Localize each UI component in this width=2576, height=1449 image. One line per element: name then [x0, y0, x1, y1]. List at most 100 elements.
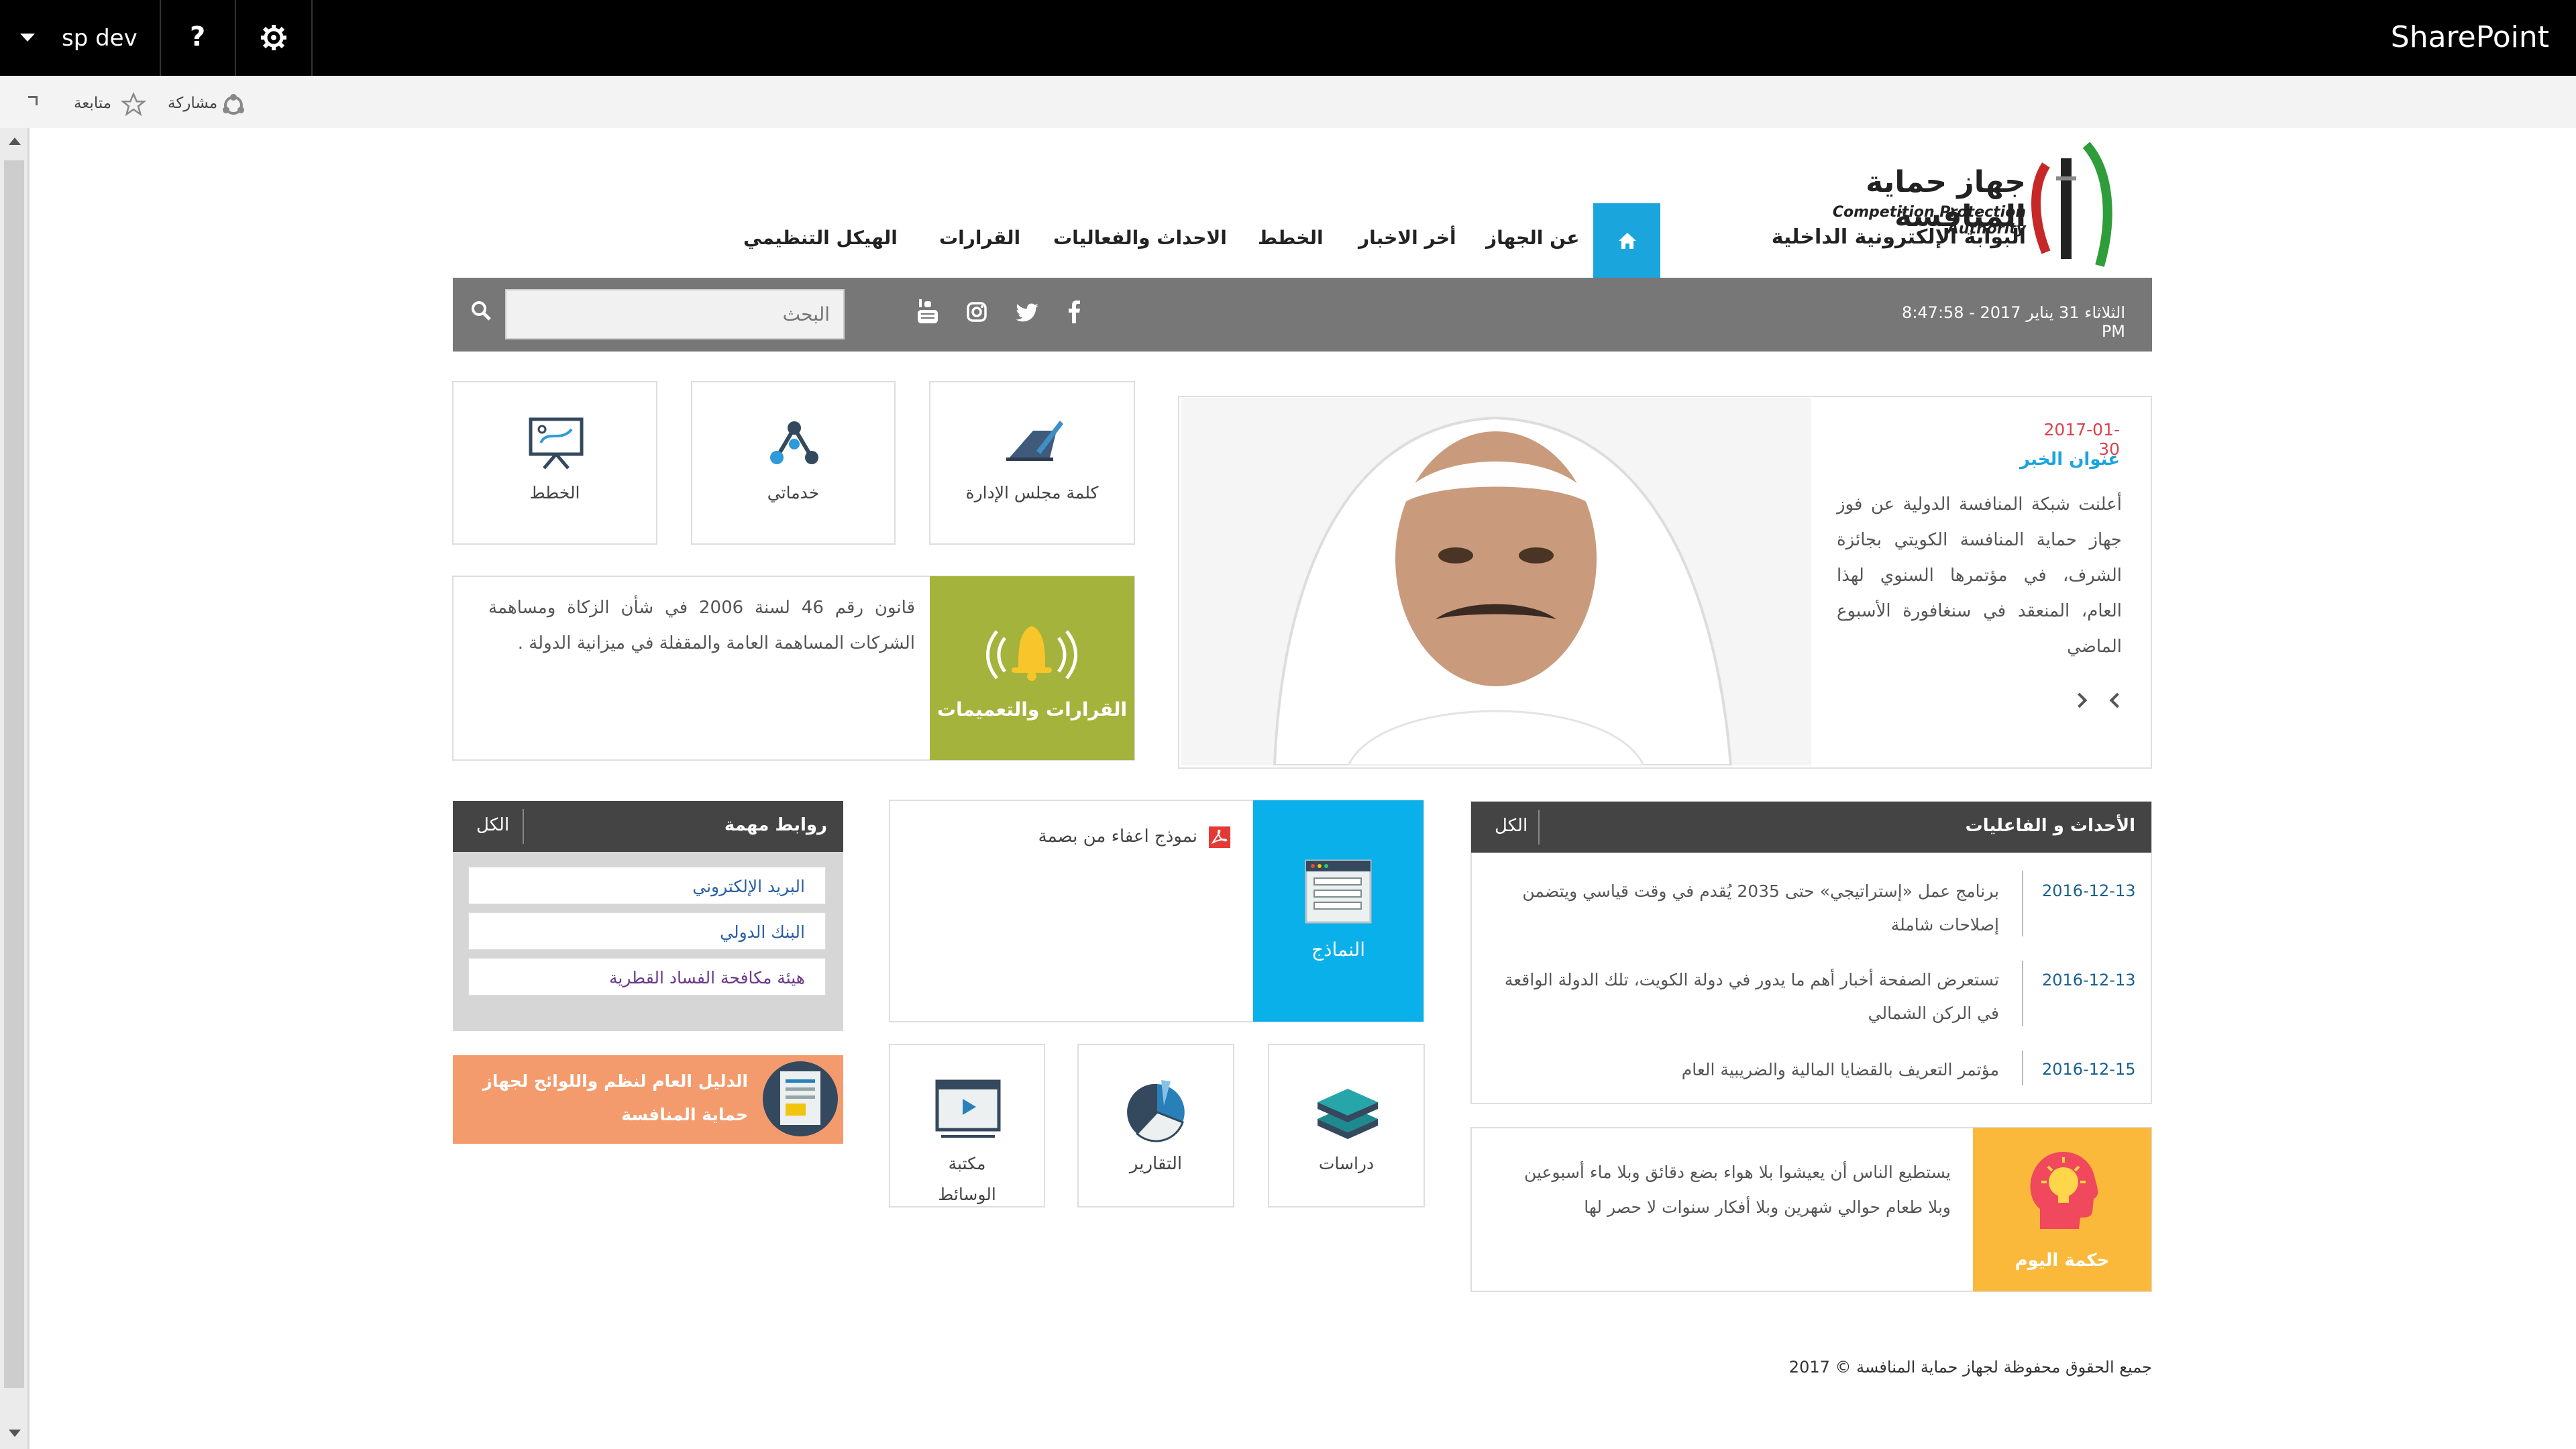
- help-icon: ?: [190, 21, 206, 52]
- forms-label: النماذج: [1311, 938, 1366, 961]
- share-label[interactable]: مشاركة: [168, 95, 217, 112]
- tile-board-word-label: كلمة مجلس الإدارة: [965, 483, 1099, 502]
- events-header: الأحداث و الفاعليات الكل: [1471, 802, 2151, 853]
- home-button[interactable]: [1593, 203, 1660, 278]
- bell-ringing-icon: [986, 626, 1077, 681]
- tile-plans[interactable]: الخطط: [452, 381, 657, 545]
- nav-latest-news[interactable]: أخر الاخبار: [1358, 227, 1456, 249]
- divider: [2022, 1051, 2023, 1085]
- wisdom-text: يستطيع الناس أن يعيشوا بلا هواء بضع دقائ…: [1524, 1163, 1951, 1217]
- guide-banner[interactable]: الدليل العام لنظم واللوائح لجهاز حماية ا…: [453, 1055, 843, 1144]
- settings-button[interactable]: [236, 0, 313, 76]
- vertical-scrollbar[interactable]: [0, 128, 29, 1449]
- sharepoint-brand: SharePoint: [2390, 20, 2549, 54]
- star-icon[interactable]: [121, 92, 146, 117]
- tile-media-library[interactable]: مكتبة الوسائط: [889, 1044, 1045, 1208]
- decisions-label: القرارات والتعميمات: [936, 698, 1128, 720]
- news-title[interactable]: عنوان الخبر: [1986, 449, 2120, 470]
- network-nodes-icon: [770, 421, 818, 464]
- divider: [1538, 810, 1540, 845]
- logo-portal-name: البوابة الإلكترونية الداخلية: [1771, 225, 2026, 249]
- site-name: sp dev: [62, 25, 138, 52]
- pie-chart-icon: [1127, 1080, 1185, 1142]
- guide-line1: الدليل العام لنظم واللوائح لجهاز: [482, 1071, 748, 1091]
- follow-label[interactable]: متابعة: [74, 95, 111, 112]
- tile-studies[interactable]: دراسات: [1268, 1044, 1425, 1208]
- tile-media-label-line2: الوسائط: [938, 1185, 996, 1204]
- chevron-down-icon: [20, 34, 35, 42]
- tile-plans-label: الخطط: [529, 483, 580, 502]
- tile-board-word[interactable]: كلمة مجلس الإدارة: [929, 381, 1135, 545]
- divider: [2022, 961, 2023, 1026]
- site-menu-button[interactable]: sp dev: [0, 0, 161, 76]
- links-title: روابط مهمة: [724, 815, 827, 835]
- link-email[interactable]: البريد الإلكتروني: [468, 867, 826, 904]
- scroll-up-icon[interactable]: [9, 138, 21, 145]
- nav-events[interactable]: الاحداث والفعاليات: [1053, 227, 1227, 249]
- books-stack-icon: [1318, 1089, 1378, 1139]
- suite-bar: sp dev ? SharePoint: [0, 0, 2576, 76]
- pdf-icon: [1209, 826, 1230, 848]
- links-header: روابط مهمة الكل: [453, 801, 843, 852]
- youtube-icon[interactable]: [918, 299, 938, 323]
- scroll-down-icon[interactable]: [9, 1430, 21, 1437]
- tile-studies-label: دراسات: [1318, 1154, 1375, 1173]
- site-header: [30, 128, 2576, 278]
- decisions-tile[interactable]: القرارات والتعميمات: [930, 576, 1134, 760]
- news-body: أعلنت شبكة المنافسة الدولية عن فوز جهاز …: [1837, 494, 2122, 657]
- nav-about[interactable]: عن الجهاز: [1486, 227, 1579, 249]
- wisdom-label: حكمة اليوم: [2015, 1250, 2110, 1271]
- help-button[interactable]: ?: [161, 0, 236, 76]
- news-person-image: [1181, 398, 1811, 765]
- divider: [523, 809, 524, 844]
- forms-item-link[interactable]: نموذج اعفاء من بصمة: [1020, 826, 1197, 847]
- search-input[interactable]: [505, 289, 845, 339]
- event-date: 2016-12-13: [2042, 971, 2136, 989]
- event-item[interactable]: برنامج عمل «إستراتيجي» حتى 2035 يُقدم في…: [1503, 875, 1999, 942]
- share-icon[interactable]: [221, 93, 246, 117]
- instagram-icon[interactable]: [966, 301, 987, 323]
- nav-decisions[interactable]: القرارات: [939, 227, 1020, 249]
- forms-tile[interactable]: النماذج: [1253, 800, 1424, 1022]
- guide-text: الدليل العام لنظم واللوائح لجهاز حماية ا…: [480, 1065, 748, 1132]
- nav-org-structure[interactable]: الهيكل التنظيمي: [743, 227, 898, 249]
- decisions-text[interactable]: قانون رقم 46 لسنة 2006 في شأن الزكاة ومس…: [488, 590, 915, 661]
- link-world-bank[interactable]: البنك الدولي: [468, 912, 826, 950]
- presentation-board-icon: [529, 417, 584, 470]
- ribbon-bar: مشاركة متابعة: [0, 76, 2576, 128]
- event-date: 2016-12-13: [2042, 881, 2136, 900]
- nav-plans[interactable]: الخطط: [1258, 227, 1324, 249]
- video-player-icon: [935, 1079, 1001, 1138]
- search-icon[interactable]: [470, 300, 492, 321]
- tile-media-label-line1: مكتبة: [948, 1154, 986, 1173]
- head-lightbulb-icon: [2030, 1152, 2098, 1229]
- links-all-link[interactable]: الكل: [476, 815, 509, 835]
- events-title: الأحداث و الفاعليات: [1965, 816, 2135, 836]
- footer-copyright: جميع الحقوق محفوظة لجهاز حماية المنافسة …: [1788, 1358, 2152, 1377]
- events-all-link[interactable]: الكل: [1495, 816, 1527, 836]
- form-document-icon: [1305, 859, 1372, 924]
- guide-line2: حماية المنافسة: [621, 1105, 748, 1124]
- guide-document-icon: [763, 1061, 838, 1136]
- twitter-icon[interactable]: [1016, 303, 1038, 322]
- news-photo: [1181, 398, 1811, 765]
- tile-media-library-label: مكتبة الوسائط: [890, 1148, 1044, 1210]
- tile-reports-label: التقارير: [1129, 1154, 1183, 1174]
- gear-icon: [261, 25, 286, 50]
- wisdom-tile[interactable]: حكمة اليوم: [1973, 1128, 2151, 1291]
- tile-my-services[interactable]: خدماتي: [691, 381, 896, 545]
- tile-my-services-label: خدماتي: [767, 483, 820, 502]
- pen-writing-icon: [1006, 421, 1063, 461]
- event-date: 2016-12-15: [2042, 1060, 2136, 1079]
- divider: [2022, 871, 2023, 936]
- home-icon: [1619, 233, 1636, 249]
- facebook-icon[interactable]: [1067, 301, 1081, 323]
- site-logo[interactable]: جهاز حماية المنافسة Competition Protecti…: [1771, 138, 2133, 272]
- event-item[interactable]: مؤتمر التعريف بالقضايا المالية والضريبية…: [1503, 1053, 1999, 1087]
- focus-mode-icon[interactable]: [28, 96, 38, 105]
- event-item[interactable]: تستعرض الصفحة أخبار أهم ما يدور في دولة …: [1503, 963, 1999, 1030]
- current-datetime: الثلاثاء 31 يناير 2017 - 8:47:58 PM: [1902, 303, 2125, 341]
- scroll-thumb[interactable]: [4, 160, 24, 1388]
- link-anti-corruption[interactable]: هيئة مكافحة الفساد القطرية: [468, 958, 826, 996]
- tile-reports[interactable]: التقارير: [1077, 1044, 1234, 1208]
